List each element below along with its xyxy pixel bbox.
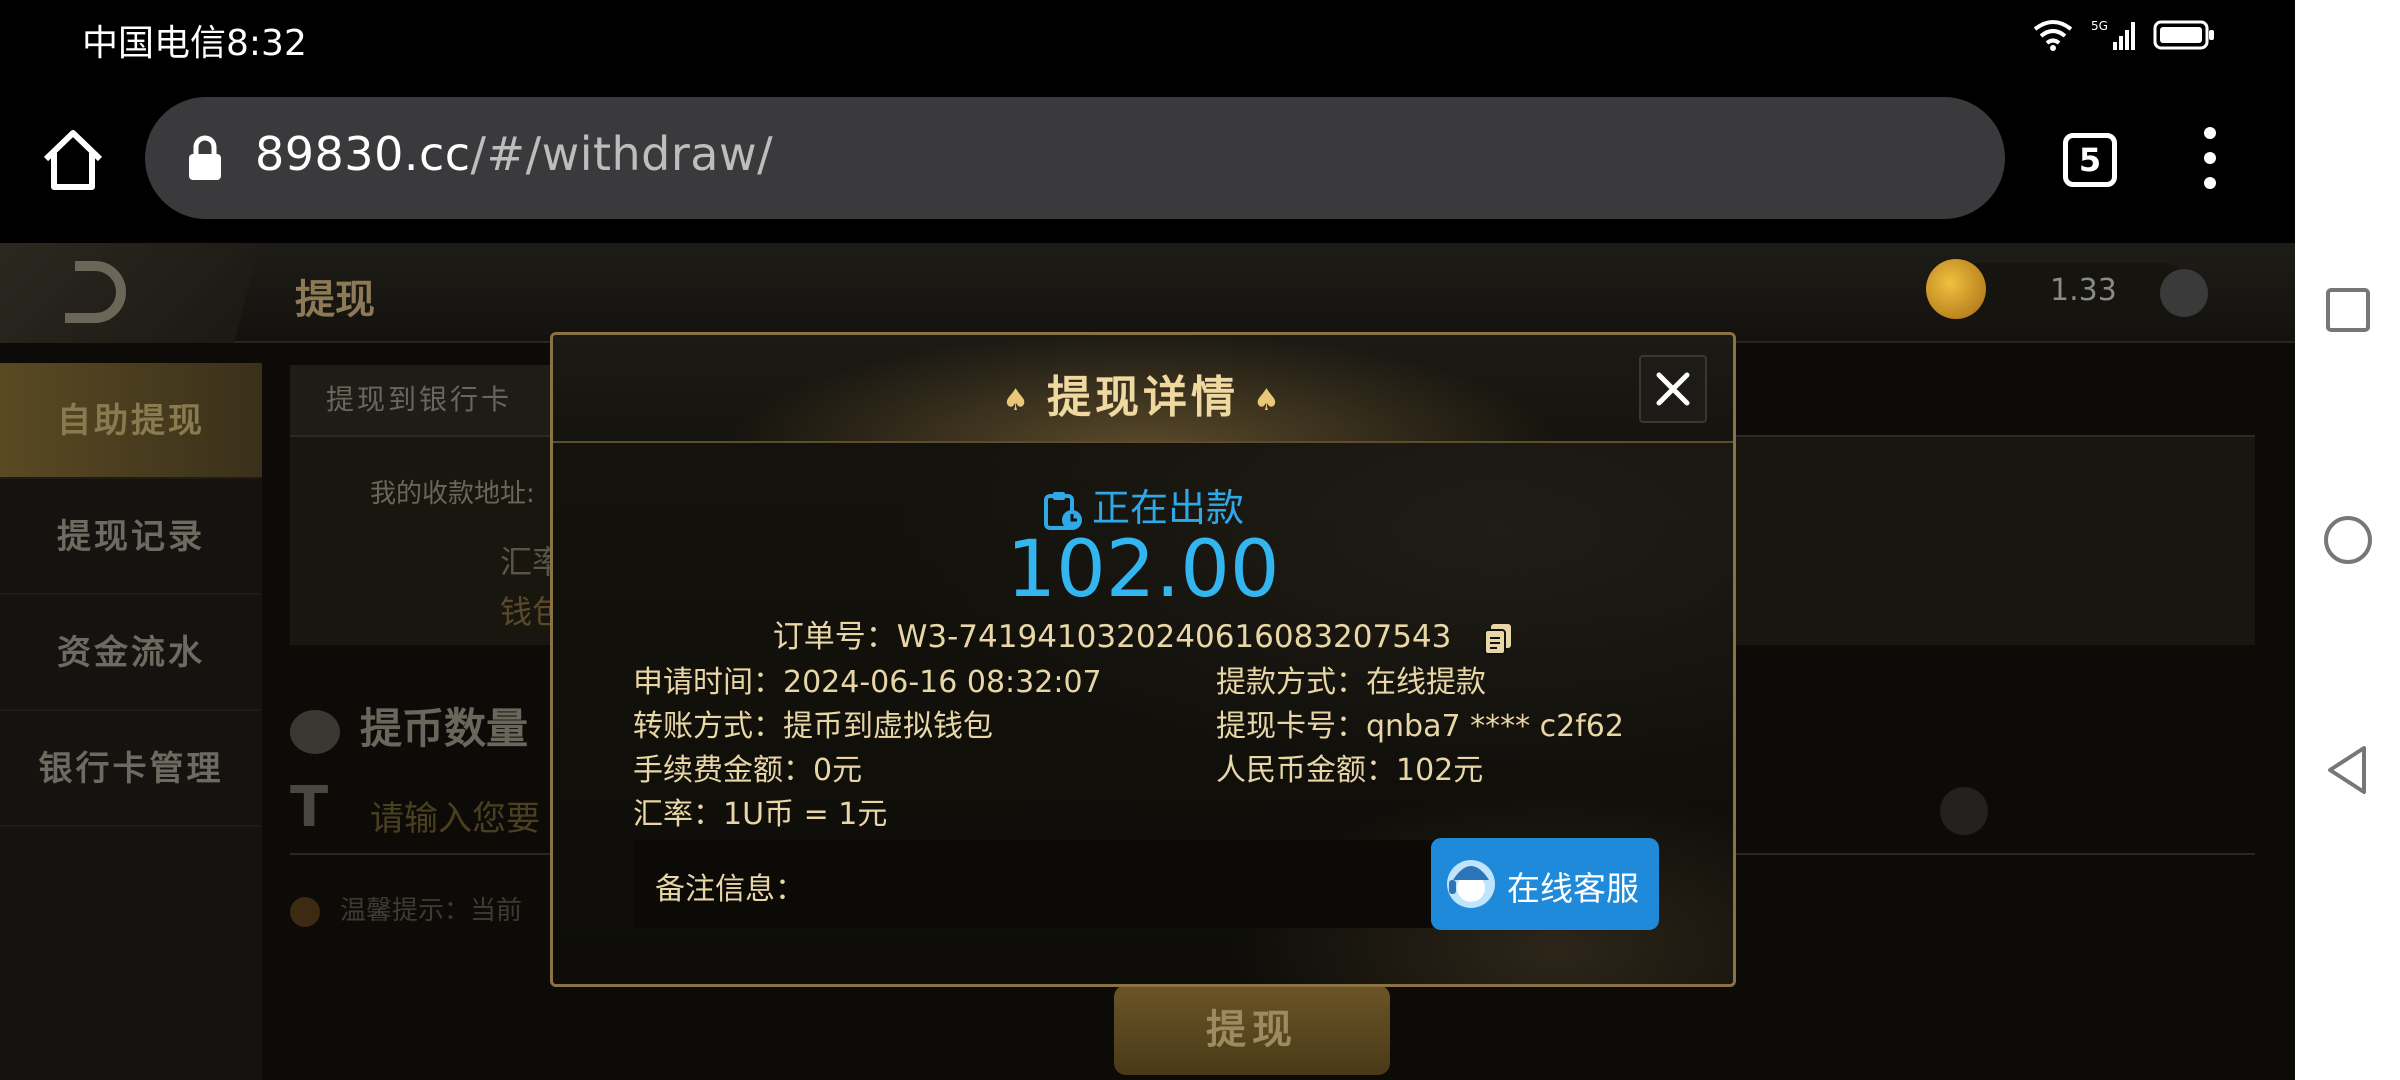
amount-heading: 提币数量 <box>290 695 528 756</box>
withdraw-card: 提现卡号：qnba7 **** c2f62 <box>1216 701 1624 745</box>
support-agent-icon <box>1447 860 1495 908</box>
apply-time-label: 申请时间： <box>633 665 783 700</box>
withdraw-amount: 102.00 <box>1006 525 1280 615</box>
recents-icon[interactable] <box>2320 282 2376 338</box>
order-row: 订单号：W3-7419410320240616083207543 <box>553 611 1733 656</box>
tab-switcher-button[interactable]: 5 <box>2063 133 2117 187</box>
transfer-label: 转账方式： <box>633 709 783 744</box>
amount-heading-label: 提币数量 <box>360 704 529 753</box>
carrier-time: 中国电信8:32 <box>82 23 307 64</box>
page-title: 提现 <box>295 277 375 323</box>
fee-label: 手续费金额： <box>633 753 813 788</box>
online-service-label: 在线客服 <box>1507 869 1639 908</box>
transfer-value: 提币到虚拟钱包 <box>783 709 993 744</box>
method-label: 提款方式： <box>1216 665 1366 700</box>
method-value: 在线提款 <box>1366 665 1486 700</box>
close-button[interactable] <box>1639 355 1707 423</box>
card-label: 提现卡号： <box>1216 709 1366 744</box>
tab-bank-card[interactable]: 提现到银行卡 <box>290 365 550 435</box>
status-icons: 5G <box>2033 18 2215 52</box>
sidebar-item-bank-card[interactable]: 银行卡管理 <box>0 711 262 827</box>
browser-toolbar: 89830.cc/#/withdraw/ 5 <box>0 75 2295 243</box>
wifi-icon <box>2033 20 2073 51</box>
home-nav-icon[interactable] <box>2320 512 2376 568</box>
url-path: /#/withdraw/ <box>470 127 774 181</box>
balance-value: 1.33 <box>2050 273 2117 308</box>
order-label: 订单号： <box>772 619 897 655</box>
balance-box: 1.33 <box>1926 259 2190 319</box>
back-icon <box>65 261 126 323</box>
back-button[interactable] <box>0 243 260 343</box>
status-text: 正在出款 <box>1091 486 1244 530</box>
page-header: 提现 1.33 <box>0 243 2295 343</box>
submit-withdraw-button[interactable]: 提现 <box>1114 985 1390 1075</box>
apply-time: 申请时间：2024-06-16 08:32:07 <box>633 657 1102 701</box>
fee-value: 0元 <box>813 753 863 788</box>
order-number: W3-7419410320240616083207543 <box>896 619 1452 655</box>
exchange-rate: 汇率：1U币 = 1元 <box>633 789 887 833</box>
url-host: 89830.cc <box>255 127 471 181</box>
browser-menu-icon[interactable] <box>2190 127 2230 191</box>
rmb-value: 102元 <box>1396 753 1484 788</box>
amount-placeholder: 请输入您要 <box>370 799 540 839</box>
rmb-amount: 人民币金额：102元 <box>1216 745 1483 789</box>
withdraw-method: 提款方式：在线提款 <box>1216 657 1486 701</box>
address-label: 我的收款地址: <box>370 479 535 509</box>
modal-title-text: 提现详情 <box>1047 372 1239 423</box>
remark-box: 备注信息： <box>633 840 1513 928</box>
url-text[interactable]: 89830.cc/#/withdraw/ <box>255 127 773 181</box>
modal-header: ♠ 提现详情 ♠ <box>553 335 1733 443</box>
close-icon <box>1656 372 1690 406</box>
fee-amount: 手续费金额：0元 <box>633 745 862 789</box>
remark-label: 备注信息： <box>655 872 805 907</box>
sidebar-item-self-withdraw[interactable]: 自助提现 <box>0 363 262 479</box>
coins-icon <box>290 709 340 754</box>
url-bar[interactable]: 89830.cc/#/withdraw/ <box>145 97 2005 219</box>
text-icon: T <box>290 775 329 840</box>
sidebar-item-withdraw-records[interactable]: 提现记录 <box>0 479 262 595</box>
clear-icon[interactable] <box>1940 787 1988 835</box>
transfer-method: 转账方式：提币到虚拟钱包 <box>633 701 993 745</box>
battery-icon <box>2153 20 2214 50</box>
info-icon <box>290 896 320 927</box>
tip-text: 温馨提示：当前 <box>340 896 523 926</box>
rmb-label: 人民币金额： <box>1216 753 1396 788</box>
coin-icon <box>1926 259 1986 319</box>
status-bar: 中国电信8:32 5G <box>0 0 2295 75</box>
withdraw-detail-modal: ♠ 提现详情 ♠ 正在出款 102.00 订单号：W3-74194103202406… <box>550 332 1736 987</box>
refresh-icon[interactable] <box>2160 269 2208 317</box>
signal-icon: 5G <box>2091 19 2135 50</box>
rate-label: 汇率： <box>633 797 723 832</box>
withdraw-status: 正在出款 <box>553 477 1733 532</box>
system-navigation-bar <box>2295 0 2400 1080</box>
spade-icon: ♠ <box>1002 382 1033 418</box>
tip-row: 温馨提示：当前 <box>290 890 522 927</box>
card-value: qnba7 **** c2f62 <box>1366 709 1624 744</box>
modal-title: ♠ 提现详情 ♠ <box>553 361 1733 425</box>
lock-icon <box>189 135 221 180</box>
spade-icon: ♠ <box>1253 382 1284 418</box>
home-icon[interactable] <box>38 125 108 195</box>
sidebar-item-fund-flow[interactable]: 资金流水 <box>0 595 262 711</box>
network-label: 5G <box>2091 19 2108 33</box>
online-service-button[interactable]: 在线客服 <box>1431 838 1659 930</box>
copy-icon[interactable] <box>1483 622 1513 656</box>
sidebar: 自助提现 提现记录 资金流水 银行卡管理 <box>0 363 262 1080</box>
apply-time-value: 2024-06-16 08:32:07 <box>783 665 1102 700</box>
rate-value: 1U币 = 1元 <box>723 797 888 832</box>
back-nav-icon[interactable] <box>2320 742 2376 798</box>
